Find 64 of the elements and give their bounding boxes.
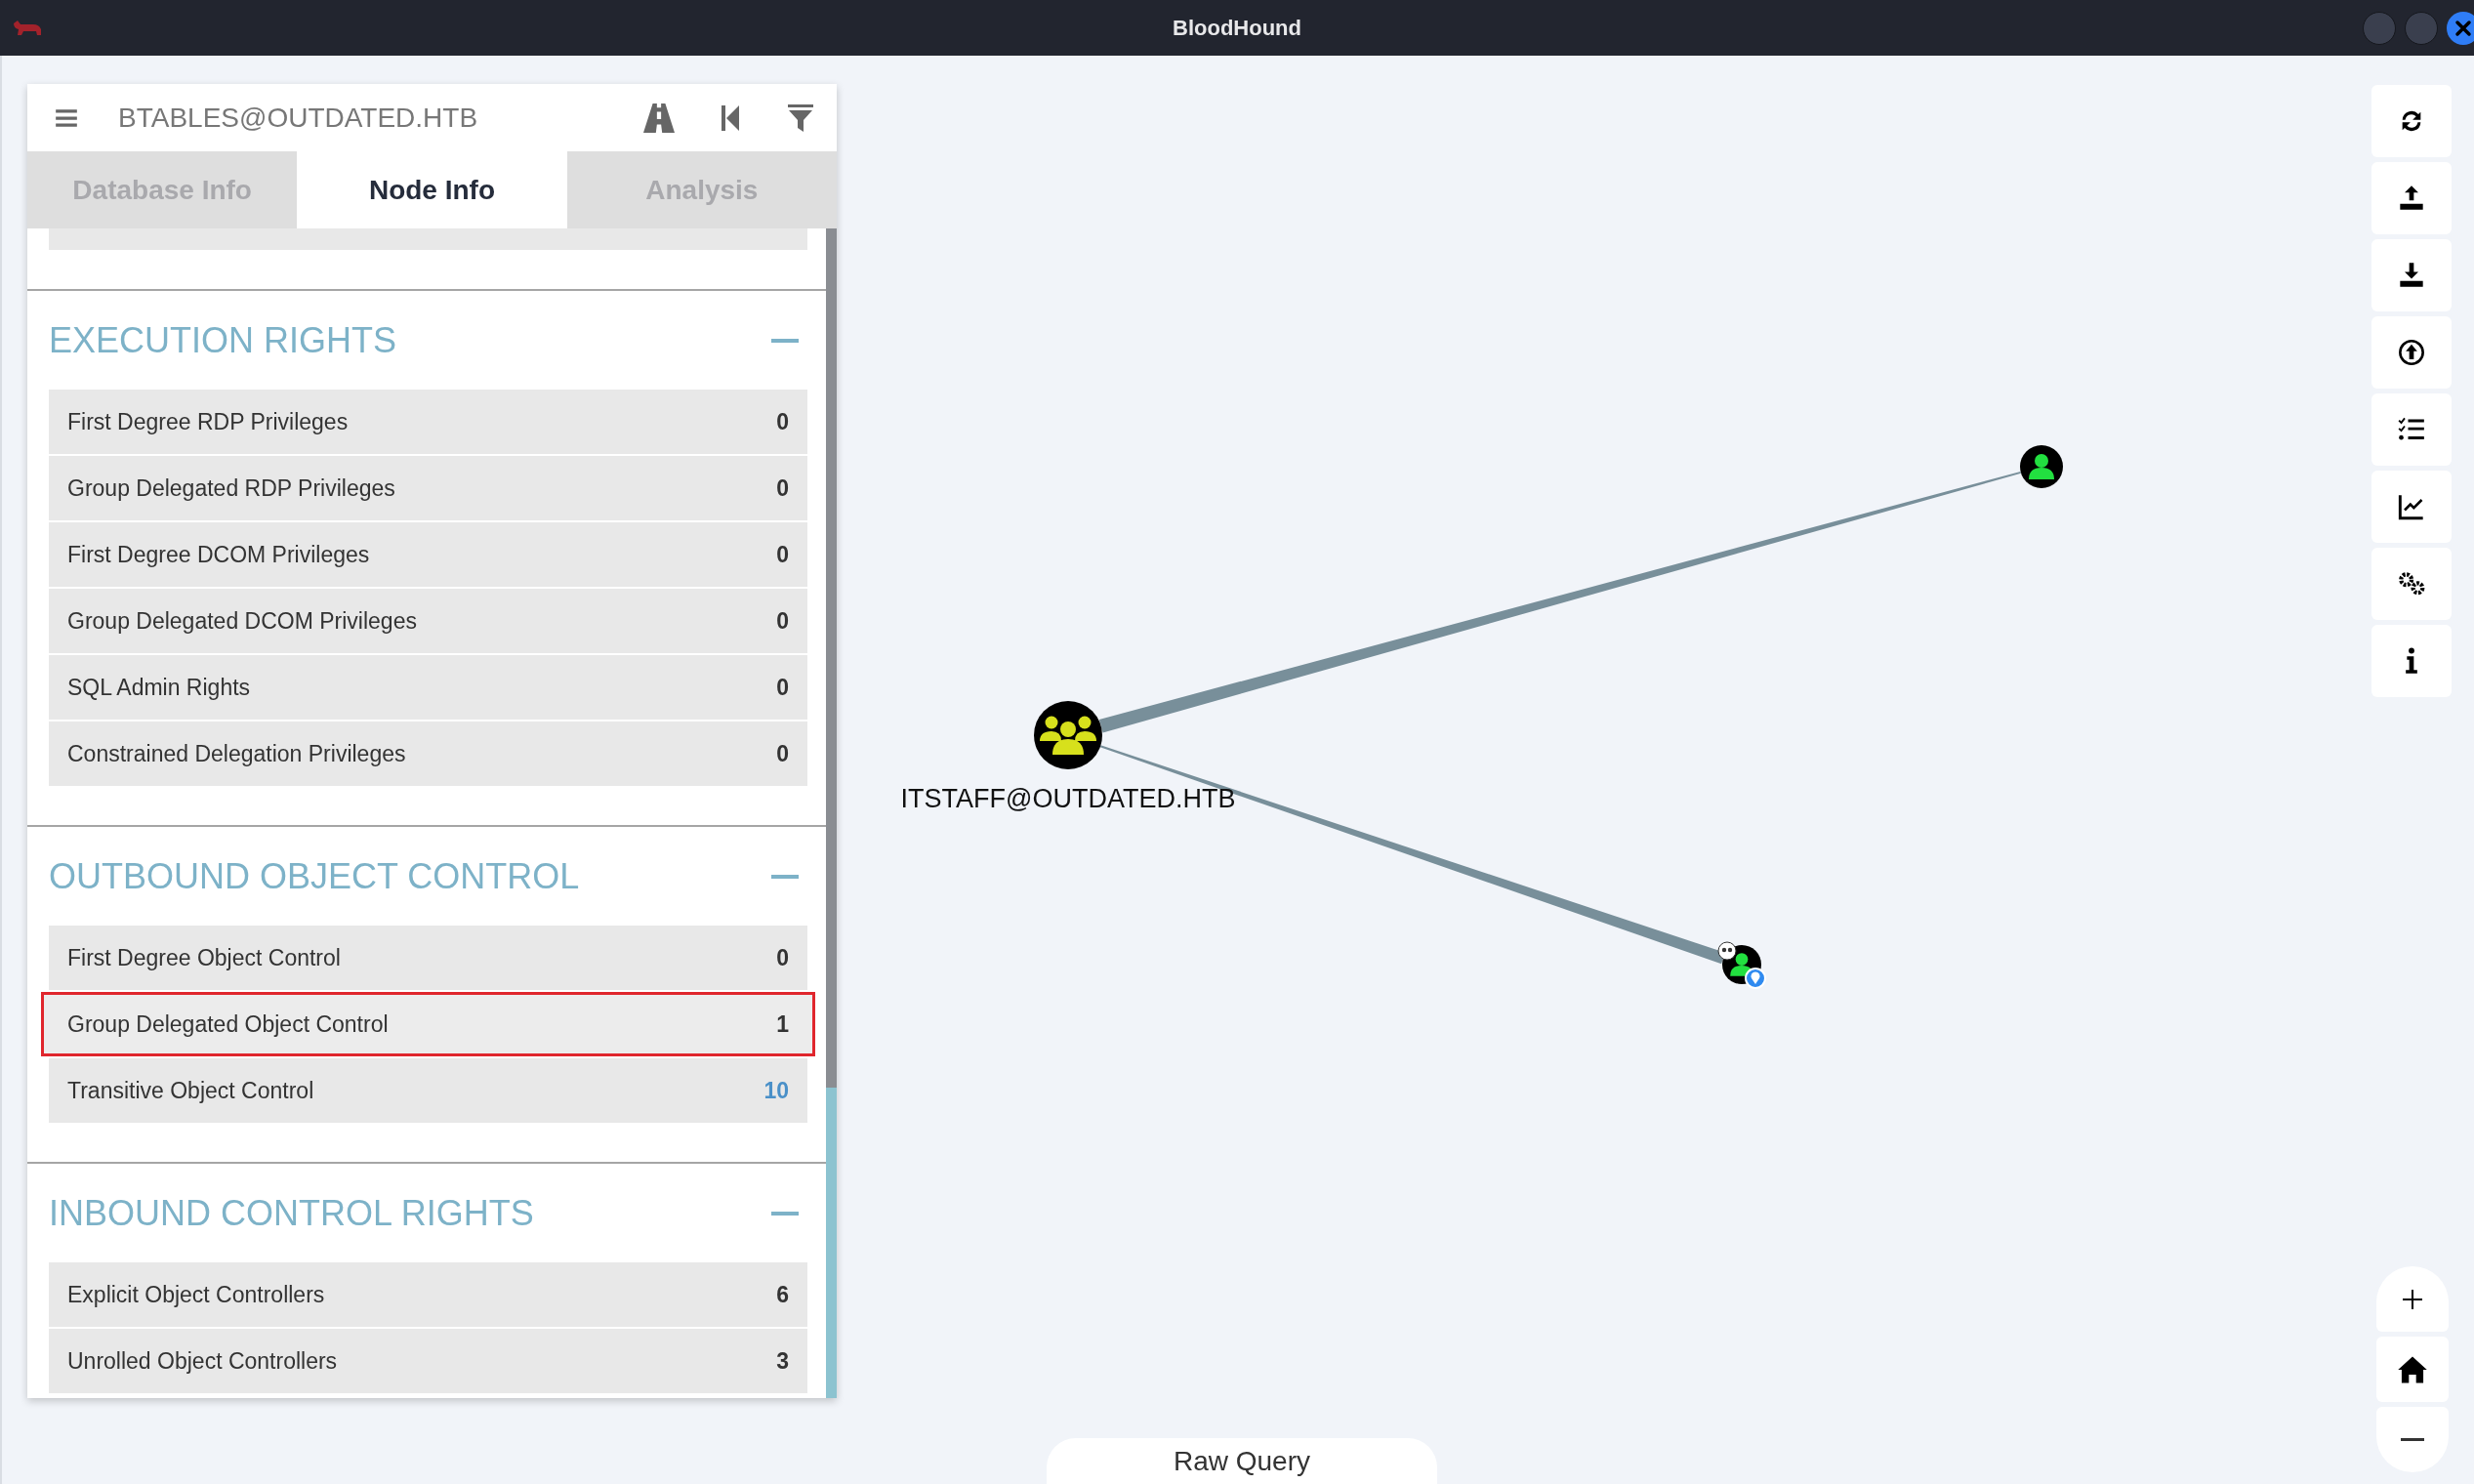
row-label: First Degree DCOM Privileges [67, 541, 370, 568]
info-button[interactable] [2371, 625, 2452, 697]
row-label: Group Delegated DCOM Privileges [67, 607, 417, 635]
scrollbar[interactable] [826, 228, 837, 1398]
home-icon [2397, 1354, 2428, 1384]
home-button[interactable] [2376, 1337, 2449, 1402]
row-label: Unrolled Object Controllers [67, 1347, 338, 1375]
list-row[interactable]: First Degree Object Control 0 [49, 926, 807, 990]
row-label: SQL Admin Rights [67, 674, 251, 701]
list-row[interactable]: Constrained Delegation Privileges 0 [49, 721, 807, 786]
row-count: 6 [776, 1281, 789, 1308]
row-count: 0 [776, 944, 789, 971]
row-label: Group Delegated RDP Privileges [67, 474, 395, 502]
info-icon [2405, 647, 2418, 675]
download-icon [2398, 262, 2425, 289]
list-row[interactable]: Explicit Object Controllers 6 [49, 1262, 807, 1327]
group-node[interactable] [1034, 701, 1102, 769]
list-row[interactable]: Unrolled Object Controllers 3 [49, 1329, 807, 1393]
list-row[interactable]: Group Delegated RDP Privileges 0 [49, 456, 807, 520]
row-count: 0 [776, 541, 789, 568]
skip-back-icon[interactable] [722, 104, 741, 131]
road-icon[interactable] [643, 103, 675, 133]
location-pin-icon [1745, 968, 1766, 989]
dog-logo-icon [12, 19, 43, 37]
plus-icon [2401, 1287, 2424, 1311]
settings-button[interactable] [2371, 548, 2452, 620]
node-label: ITSTAFF@OUTDATED.HTB [900, 784, 1236, 813]
filter-icon[interactable] [788, 103, 813, 132]
list-row[interactable]: Transitive Object Control 10 [49, 1058, 807, 1123]
row-count: 3 [776, 1347, 789, 1375]
row-count: 0 [776, 474, 789, 502]
row-label: Constrained Delegation Privileges [67, 740, 406, 767]
row-label: Group Delegated Object Control [67, 1010, 389, 1038]
download-button[interactable] [2371, 239, 2452, 311]
list-row[interactable]: SQL Admin Rights 0 [49, 655, 807, 720]
row-label: First Degree Object Control [67, 944, 341, 971]
refresh-button[interactable] [2371, 85, 2452, 157]
row-count: 0 [776, 740, 789, 767]
node-name: BTABLES@OUTDATED.HTB [118, 102, 478, 134]
list-row[interactable]: Group Delegated DCOM Privileges 0 [49, 589, 807, 653]
close-icon[interactable] [2447, 11, 2474, 45]
skull-icon [1717, 941, 1737, 961]
list-row[interactable]: Group Delegated Object Control 1 [41, 992, 815, 1056]
window-title: BloodHound [1173, 15, 1301, 41]
row-label: First Degree RDP Privileges [67, 408, 349, 435]
upload-button[interactable] [2371, 162, 2452, 234]
minus-icon [2401, 1437, 2424, 1442]
list-row[interactable]: First Degree RDP Privileges 0 [49, 390, 807, 454]
checklist-button[interactable] [2371, 393, 2452, 466]
row-count: 1 [776, 1010, 789, 1038]
circle-up-arrow-button[interactable] [2371, 316, 2452, 389]
row-count: 0 [776, 408, 789, 435]
row-label: Explicit Object Controllers [67, 1281, 325, 1308]
list-row[interactable]: First Degree DCOM Privileges 0 [49, 522, 807, 587]
settings-icon [2397, 571, 2426, 597]
row-label: Transitive Object Control [67, 1077, 314, 1104]
upload-icon [2398, 185, 2425, 212]
row-count: 0 [776, 607, 789, 635]
raw-query-tab[interactable]: Raw Query [1047, 1438, 1437, 1484]
line-chart-button[interactable] [2371, 471, 2452, 543]
line-chart-icon [2398, 493, 2425, 520]
checklist-icon [2398, 416, 2425, 443]
user-node[interactable] [2020, 445, 2063, 488]
row-count: 0 [776, 674, 789, 701]
